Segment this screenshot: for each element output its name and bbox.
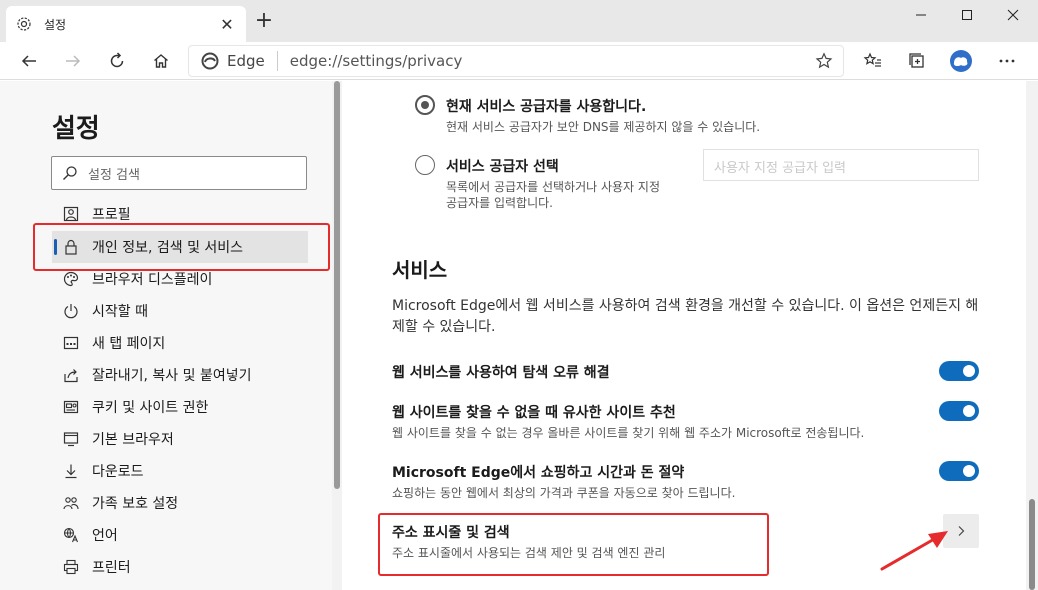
sidebar-item-share-copy-paste[interactable]: 잘라내기, 복사 및 붙여넣기: [52, 359, 308, 391]
page-title: 설정: [52, 114, 100, 144]
home-button[interactable]: [146, 46, 176, 76]
navigation-bar: Edge edge://settings/privacy: [0, 42, 1038, 80]
service-similar-sites-sub: 웹 사이트를 찾을 수 없는 경우 올바른 사이트를 찾기 위해 웹 주소가 M…: [392, 426, 865, 440]
download-icon: [62, 462, 80, 480]
address-bar[interactable]: Edge edge://settings/privacy: [188, 45, 844, 77]
profile-icon: [62, 205, 80, 223]
sidebar-item-printers[interactable]: 프린터: [52, 551, 308, 583]
sidebar-item-default-browser[interactable]: 기본 브라우저: [52, 423, 308, 455]
search-placeholder: 설정 검색: [88, 167, 140, 183]
sidebar-item-privacy[interactable]: 개인 정보, 검색 및 서비스: [52, 231, 308, 263]
annotation-arrow-icon: [880, 531, 948, 571]
sidebar-item-profile[interactable]: 프로필: [52, 198, 308, 230]
tab-settings[interactable]: 설정 ✕: [6, 6, 246, 42]
dns-current-provider-title: 현재 서비스 공급자를 사용합니다.: [446, 99, 647, 115]
dns-choose-provider-title: 서비스 공급자 선택: [446, 159, 559, 175]
custom-provider-input[interactable]: 사용자 지정 공급자 입력: [703, 149, 979, 181]
dns-current-provider-sub: 현재 서비스 공급자가 보안 DNS를 제공하지 않을 수 있습니다.: [446, 120, 761, 134]
site-permissions-icon: [62, 398, 80, 416]
forward-button[interactable]: [58, 46, 88, 76]
address-separator: [276, 51, 278, 71]
dns-choose-provider-sub-2: 공급자를 입력합니다.: [446, 196, 553, 210]
minimize-button[interactable]: [896, 0, 946, 30]
dns-choose-provider-radio[interactable]: [415, 155, 435, 175]
favorites-icon[interactable]: [858, 46, 888, 76]
edge-logo-icon: [201, 52, 219, 70]
close-window-button[interactable]: [988, 0, 1038, 30]
service-shopping-sub: 쇼핑하는 동안 웹에서 최상의 가격과 쿠폰을 자동으로 찾아 드립니다.: [392, 486, 736, 500]
services-description: Microsoft Edge에서 웹 서비스를 사용하여 검색 환경을 개선할 …: [392, 298, 979, 335]
default-browser-icon: [62, 430, 80, 448]
service-shopping-title: Microsoft Edge에서 쇼핑하고 시간과 돈 절약: [392, 465, 685, 481]
dns-current-provider-radio[interactable]: [415, 95, 435, 115]
more-options-icon[interactable]: [992, 46, 1022, 76]
service-shopping-toggle[interactable]: [939, 461, 979, 481]
sidebar-scrollbar[interactable]: [332, 81, 342, 590]
newtab-icon: [62, 334, 80, 352]
chevron-right-icon: [956, 525, 966, 537]
tab-title: 설정: [44, 17, 67, 32]
sidebar-item-cookies-permissions[interactable]: 쿠키 및 사이트 권한: [52, 391, 308, 423]
address-url: edge://settings/privacy: [289, 52, 463, 70]
edge-label: Edge: [227, 52, 265, 70]
main-scrollbar-thumb[interactable]: [1029, 499, 1035, 590]
tab-bar: 설정 ✕ +: [0, 0, 1038, 42]
share-icon: [62, 366, 80, 384]
service-similar-sites-toggle[interactable]: [939, 401, 979, 421]
sidebar-item-downloads[interactable]: 다운로드: [52, 455, 308, 487]
printer-icon: [62, 558, 80, 576]
refresh-button[interactable]: [102, 46, 132, 76]
maximize-button[interactable]: [942, 0, 992, 30]
lock-icon: [62, 238, 80, 256]
gear-icon: [16, 15, 34, 33]
services-heading: 서비스: [392, 258, 448, 282]
address-bar-search-title[interactable]: 주소 표시줄 및 검색: [392, 522, 510, 542]
power-icon: [62, 302, 80, 320]
address-bar-search-sub: 주소 표시줄에서 사용되는 검색 제안 및 검색 엔진 관리: [392, 546, 666, 560]
service-similar-sites-title: 웹 사이트를 찾을 수 없을 때 유사한 사이트 추천: [392, 405, 676, 421]
sidebar-item-family-safety[interactable]: 가족 보호 설정: [52, 487, 308, 519]
service-nav-errors-title: 웹 서비스를 사용하여 탐색 오류 해결: [392, 365, 610, 381]
new-tab-button[interactable]: +: [252, 10, 276, 34]
service-nav-errors-toggle[interactable]: [939, 361, 979, 381]
favorite-star-icon[interactable]: [815, 52, 833, 74]
tab-close-icon[interactable]: ✕: [218, 15, 236, 34]
family-icon: [62, 494, 80, 512]
back-button[interactable]: [14, 46, 44, 76]
dns-choose-provider-sub-1: 목록에서 공급자를 선택하거나 사용자 지정: [446, 180, 660, 194]
sidebar-scrollbar-thumb[interactable]: [334, 81, 340, 489]
profile-avatar[interactable]: [946, 46, 976, 76]
sidebar-item-on-startup[interactable]: 시작할 때: [52, 295, 308, 327]
sidebar-item-languages[interactable]: 언어: [52, 519, 308, 551]
sidebar-item-new-tab[interactable]: 새 탭 페이지: [52, 327, 308, 359]
settings-search-input[interactable]: 설정 검색: [51, 156, 307, 190]
main-scrollbar[interactable]: [1026, 81, 1038, 590]
language-icon: [62, 526, 80, 544]
sidebar-item-appearance[interactable]: 브라우저 디스플레이: [52, 263, 308, 295]
palette-icon: [62, 270, 80, 288]
collections-icon[interactable]: [902, 46, 932, 76]
search-icon: [62, 165, 78, 181]
